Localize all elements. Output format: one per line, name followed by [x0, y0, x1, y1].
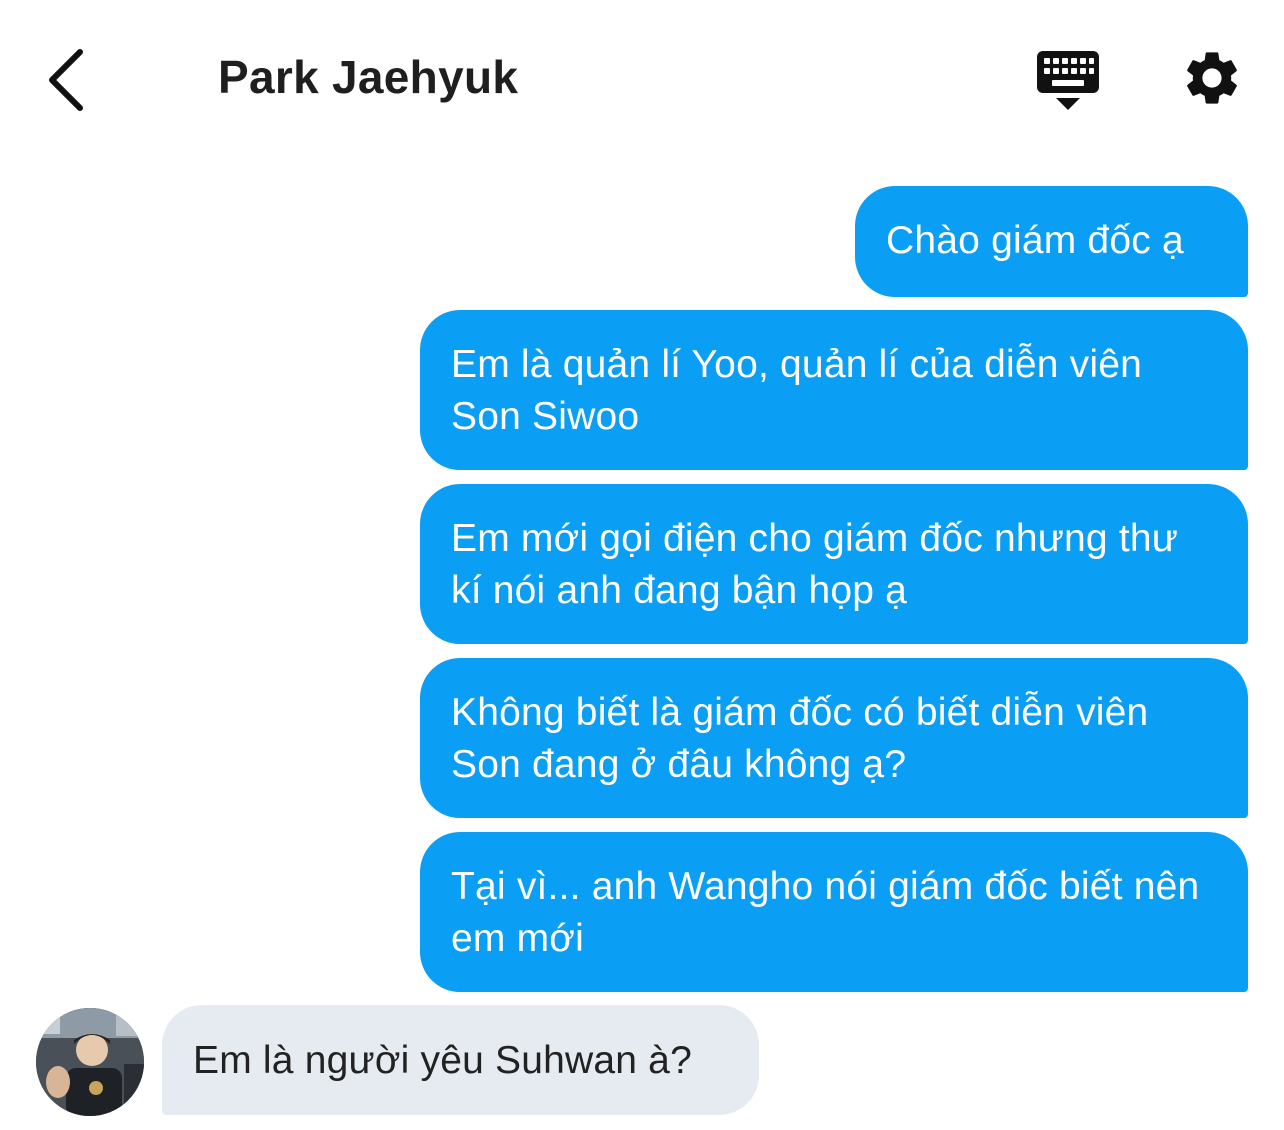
- incoming-message[interactable]: Em là người yêu Suhwan à?: [162, 1005, 759, 1115]
- message-text: Em là quản lí Yoo, quản lí của diễn viên…: [451, 343, 1142, 438]
- contact-avatar[interactable]: [36, 1008, 144, 1116]
- message-text: Chào giám đốc ạ: [886, 219, 1184, 262]
- outgoing-message[interactable]: Em mới gọi điện cho giám đốc nhưng thư k…: [420, 484, 1248, 644]
- message-text: Tại vì... anh Wangho nói giám đốc biết n…: [451, 865, 1200, 960]
- outgoing-message[interactable]: Em là quản lí Yoo, quản lí của diễn viên…: [420, 310, 1248, 470]
- message-text: Em là người yêu Suhwan à?: [193, 1039, 692, 1082]
- message-list: Chào giám đốc ạ Em là quản lí Yoo, quản …: [0, 0, 1284, 1130]
- message-text: Em mới gọi điện cho giám đốc nhưng thư k…: [451, 517, 1179, 612]
- message-text: Không biết là giám đốc có biết diễn viên…: [451, 691, 1149, 786]
- outgoing-message[interactable]: Chào giám đốc ạ: [855, 186, 1248, 297]
- outgoing-message[interactable]: Không biết là giám đốc có biết diễn viên…: [420, 658, 1248, 818]
- avatar-photo: [36, 1008, 144, 1116]
- outgoing-message[interactable]: Tại vì... anh Wangho nói giám đốc biết n…: [420, 832, 1248, 992]
